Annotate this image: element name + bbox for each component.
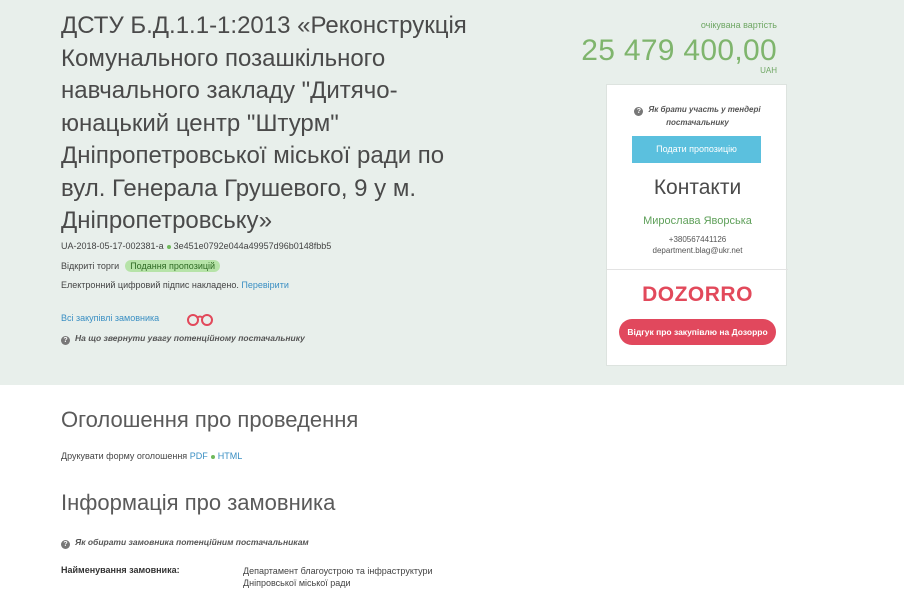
all-customer-purchases-link[interactable]: Всі закупівлі замовника	[61, 313, 159, 323]
tender-title: ДСТУ Б.Д.1.1-1:2013 «Реконструкція Комун…	[61, 12, 467, 234]
signature-line: Електронний цифровий підпис накладено. П…	[61, 280, 289, 290]
contact-email[interactable]: department.blag@ukr.net	[607, 246, 788, 255]
question-icon: ?	[634, 107, 644, 116]
attention-hint-text: На що звернути увагу потенційному постач…	[75, 333, 305, 343]
customer-name-value: Департамент благоустрою та інфраструктур…	[243, 566, 433, 588]
verify-signature-link[interactable]: Перевірити	[241, 280, 288, 290]
dozorro-logo[interactable]: DOZORRO	[607, 283, 788, 307]
print-pdf-link[interactable]: PDF	[190, 451, 208, 461]
submit-bid-button[interactable]: Подати пропозицію	[632, 136, 761, 163]
binoculars-icon[interactable]	[186, 312, 214, 331]
customer-info-heading: Інформація про замовника	[61, 490, 336, 515]
procedure-type: Відкриті торги	[61, 261, 120, 271]
print-html-link[interactable]: HTML	[218, 451, 243, 461]
attention-hint[interactable]: ? На що звернути увагу потенційному поста…	[61, 333, 305, 345]
separator-dot	[166, 244, 171, 249]
print-form-text: Друкувати форму оголошення	[61, 451, 188, 461]
print-form-line: Друкувати форму оголошення PDF HTML	[61, 451, 242, 461]
contact-person-name: Мирослава Яворська	[643, 215, 752, 227]
customer-choice-hint[interactable]: ? Як обирати замовника потенційним постач…	[61, 537, 309, 549]
separator-dot	[210, 454, 215, 459]
status-badge: Подання пропозицій	[125, 260, 221, 272]
sidebar-card: ? Як брати участь у тендері постачальнику…	[606, 84, 788, 366]
how-to-participate-text: Як брати участь у тендері постачальнику	[648, 105, 761, 127]
contacts-title: Контакти	[653, 176, 742, 199]
question-icon: ?	[61, 540, 70, 549]
announcement-heading: Оголошення про проведення	[61, 407, 359, 432]
dozorro-review-button[interactable]: Відгук про закупівлю на Дозорро	[619, 319, 776, 345]
customer-name-label: Найменування замовника:	[61, 565, 180, 575]
customer-choice-hint-text: Як обирати замовника потенційним постача…	[75, 537, 309, 547]
question-icon: ?	[61, 336, 70, 345]
tender-id: UA-2018-05-17-002381-a	[61, 241, 164, 251]
tender-header-section: ДСТУ Б.Д.1.1-1:2013 «Реконструкція Комун…	[0, 0, 904, 385]
signature-text: Електронний цифровий підпис накладено.	[61, 280, 239, 290]
how-to-participate-hint[interactable]: ? Як брати участь у тендері постачальнику	[607, 103, 788, 129]
card-divider	[607, 269, 788, 270]
contact-phone: +380567441126	[668, 235, 727, 244]
tender-hash: 3e451e0792e044a49957d96b0148fbb5	[173, 241, 332, 251]
expected-price-caption: очікувана вартість	[700, 20, 777, 30]
price-currency: UAH	[760, 66, 777, 75]
procedure-status-line: Відкриті торги Подання пропозицій	[61, 260, 221, 272]
tender-identifiers: UA-2018-05-17-002381-a 3e451e0792e044a499…	[61, 241, 331, 251]
expected-price-amount: 25 479 400,00	[581, 34, 777, 67]
